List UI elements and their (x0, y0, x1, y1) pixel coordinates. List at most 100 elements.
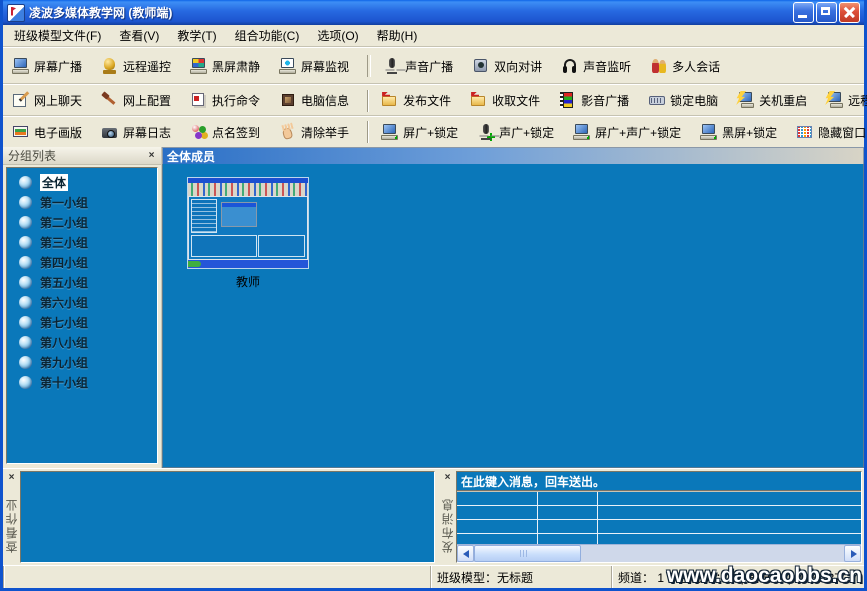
toolbar-button-clear-hand[interactable]: 清除举手 (276, 122, 352, 143)
toolbar-button-hide-window[interactable]: 隐藏窗口 (793, 122, 867, 143)
toolbar-button-label: 黑屏肃静 (212, 58, 260, 75)
sidebar-item-group-2[interactable]: 第二小组 (7, 212, 157, 232)
group-list-panel: 分组列表 × 全体第一小组第二小组第三小组第四小组第五小组第六小组第七小组第八小… (3, 147, 162, 468)
maximize-button[interactable] (816, 2, 837, 23)
toolbar-button-run-command[interactable]: 执行命令 (187, 90, 263, 111)
toolbar-button-collect-file[interactable]: 收取文件 (467, 90, 543, 111)
message-input-hint: 在此键入消息，回车送出。 (461, 473, 605, 490)
sidebar-item-group-0[interactable]: 全体 (7, 172, 157, 192)
toolbar-button-label: 点名签到 (212, 124, 260, 141)
sidebar-item-label: 第九小组 (40, 354, 88, 371)
toolbar-button-voice-lock[interactable]: 声广+锁定 (474, 122, 557, 143)
group-list-header: 分组列表 × (3, 147, 161, 165)
sidebar-item-group-3[interactable]: 第三小组 (7, 232, 157, 252)
toolbar-button-voice-monitor[interactable]: 声音监听 (558, 56, 634, 77)
sidebar-item-label: 第三小组 (40, 234, 88, 251)
run-command-icon (190, 92, 208, 109)
toolbar-button-computer-info[interactable]: 电脑信息 (276, 90, 352, 111)
toolbar-button-screen-voice-lock[interactable]: 屏广+声广+锁定 (570, 122, 684, 143)
toolbar-row-1: 屏幕广播远程遥控 黑屏肃静屏幕监视 声音广播 双向对讲 声音监听多人会话 (3, 47, 864, 84)
toolbar-button-screen-broadcast[interactable]: 屏幕广播 (9, 56, 85, 77)
toolbar-button-net-chat[interactable]: 网上聊天 (9, 90, 85, 111)
bottom-panels: × 查看作业 × 发布消息 在此键入消息，回车送出。 (3, 468, 864, 565)
toolbar-button-label: 声音监听 (583, 58, 631, 75)
toolbar-button-shutdown-restart[interactable]: 关机重启 (734, 90, 810, 111)
sidebar-item-group-5[interactable]: 第五小组 (7, 272, 157, 292)
toolbar-button-multi-chat[interactable]: 多人会话 (647, 56, 723, 77)
toolbar-button-remote-poweron[interactable]: 远程开机 (823, 90, 867, 111)
minimize-button[interactable] (793, 2, 814, 23)
menu-item-3[interactable]: 组合功能(C) (226, 25, 309, 46)
toolbar-button-remote-control[interactable]: 远程遥控 (98, 56, 174, 77)
sidebar-item-group-4[interactable]: 第四小组 (7, 252, 157, 272)
close-icon[interactable]: × (441, 471, 454, 484)
sidebar-item-group-9[interactable]: 第九小组 (7, 352, 157, 372)
group-list-title: 分组列表 (8, 147, 145, 164)
message-panel: × 发布消息 在此键入消息，回车送出。 (439, 469, 864, 565)
scroll-left-icon[interactable] (457, 545, 474, 562)
scrollbar-thumb[interactable] (474, 545, 581, 562)
sidebar-item-label: 第一小组 (40, 194, 88, 211)
toolbar-row-2: 网上聊天网上配置执行命令电脑信息 发布文件收取文件影音广播锁定电脑关机重启远程开机 (3, 84, 864, 116)
preview-taskbar (188, 260, 308, 268)
menu-item-5[interactable]: 帮助(H) (368, 25, 427, 46)
toolbar-button-media-broadcast[interactable]: 影音广播 (556, 90, 632, 111)
remote-control-icon (101, 58, 119, 75)
sidebar-item-group-10[interactable]: 第十小组 (7, 372, 157, 392)
toolbar-button-net-config[interactable]: 网上配置 (98, 90, 174, 111)
remote-poweron-icon (826, 92, 844, 109)
sidebar-item-group-1[interactable]: 第一小组 (7, 192, 157, 212)
message-area: 在此键入消息，回车送出。 (456, 471, 862, 563)
whiteboard-icon (12, 124, 30, 141)
preview-bottom-left (191, 235, 257, 257)
close-icon[interactable]: × (5, 471, 18, 484)
menu-item-1[interactable]: 查看(V) (110, 25, 168, 46)
toolbar-button-screen-lock[interactable]: 屏广+锁定 (378, 122, 461, 143)
toolbar-button-two-way-talk[interactable]: 双向对讲 (469, 56, 545, 77)
sidebar-item-label: 第二小组 (40, 214, 88, 231)
multi-chat-icon (650, 58, 668, 75)
menu-item-4[interactable]: 选项(O) (308, 25, 367, 46)
toolbar-button-blank-lock[interactable]: 黑屏+锁定 (697, 122, 780, 143)
sidebar-item-label: 第五小组 (40, 274, 88, 291)
voice-lock-icon (477, 124, 495, 141)
sidebar-item-group-6[interactable]: 第六小组 (7, 292, 157, 312)
toolbar-button-whiteboard[interactable]: 电子画版 (9, 122, 85, 143)
clear-hand-icon (279, 124, 297, 141)
close-button[interactable] (839, 2, 860, 23)
toolbar-button-screen-log[interactable]: 屏幕日志 (98, 122, 174, 143)
toolbar-button-screen-monitor[interactable]: 屏幕监视 (276, 56, 352, 77)
group-ball-icon (19, 256, 32, 269)
message-input[interactable]: 在此键入消息，回车送出。 (457, 472, 861, 492)
send-file-icon (381, 92, 399, 109)
toolbar-button-rollcall[interactable]: 点名签到 (187, 122, 263, 143)
lock-computer-icon (648, 92, 666, 109)
preview-body (188, 196, 308, 260)
scroll-right-icon[interactable] (844, 545, 861, 562)
toolbar-button-voice-broadcast[interactable]: 声音广播 (380, 56, 456, 77)
menu-item-0[interactable]: 班级模型文件(F) (5, 25, 110, 46)
toolbar-separator (367, 55, 371, 77)
scrollbar-track[interactable] (474, 545, 844, 562)
group-ball-icon (19, 196, 32, 209)
toolbar-button-blank-screen[interactable]: 黑屏肃静 (187, 56, 263, 77)
group-ball-icon (19, 296, 32, 309)
toolbar-button-label: 清除举手 (301, 124, 349, 141)
toolbar-button-label: 隐藏窗口 (818, 124, 866, 141)
member-thumbnail-teacher[interactable]: 教师 (187, 177, 309, 290)
media-broadcast-icon (559, 92, 577, 109)
two-way-talk-icon (472, 58, 490, 75)
menu-item-2[interactable]: 教学(T) (168, 25, 225, 46)
close-icon[interactable]: × (145, 149, 158, 162)
sidebar-item-group-7[interactable]: 第七小组 (7, 312, 157, 332)
member-name: 教师 (187, 273, 309, 290)
members-header-title: 全体成员 (167, 148, 215, 165)
toolbar-button-label: 网上聊天 (34, 92, 82, 109)
toolbar-button-send-file[interactable]: 发布文件 (378, 90, 454, 111)
toolbar-button-label: 声广+锁定 (499, 124, 554, 141)
toolbar-button-lock-computer[interactable]: 锁定电脑 (645, 90, 721, 111)
sidebar-item-group-8[interactable]: 第八小组 (7, 332, 157, 352)
group-ball-icon (19, 216, 32, 229)
toolbar-button-label: 双向对讲 (494, 58, 542, 75)
sidebar-item-label: 第六小组 (40, 294, 88, 311)
